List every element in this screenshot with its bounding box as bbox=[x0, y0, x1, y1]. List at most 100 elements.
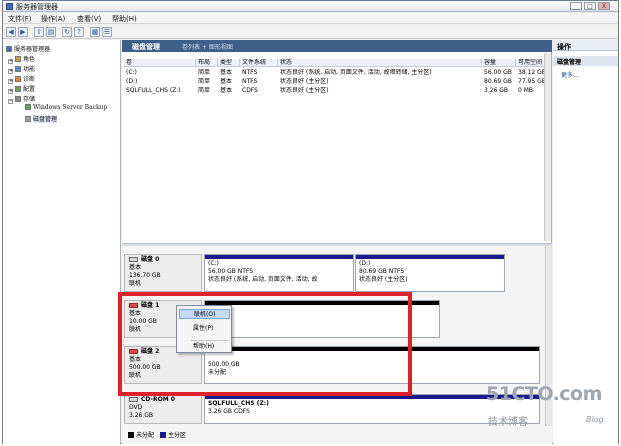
tree-item-roles[interactable]: + 角色 bbox=[8, 54, 35, 64]
tree-item-windows-server-backup[interactable]: Windows Server Backup bbox=[25, 104, 107, 111]
server-icon bbox=[6, 46, 12, 52]
tree-item-disk-management[interactable]: 磁盘管理 bbox=[25, 114, 58, 123]
roles-icon bbox=[15, 56, 21, 62]
collapse-icon[interactable]: − bbox=[8, 99, 13, 104]
column-header-filesystem[interactable]: 文件系统 bbox=[240, 59, 278, 67]
unallocated-swatch bbox=[128, 432, 134, 438]
refresh-icon[interactable]: ↻ bbox=[62, 27, 72, 37]
partition-size: 3.26 GB CDFS bbox=[208, 408, 250, 415]
volume-filesystem: CDFS bbox=[242, 87, 258, 94]
pane-subtitle: 卷列表 + 图形视图 bbox=[182, 44, 233, 51]
disk-kind: 基本 bbox=[129, 264, 142, 271]
disk-icon bbox=[129, 257, 138, 262]
cdrom-0-info[interactable]: CD-ROM 0 DVD 3.26 GB bbox=[124, 394, 202, 424]
column-header-status[interactable]: 状态 bbox=[278, 59, 482, 67]
partition-label: (C:) bbox=[208, 260, 219, 267]
partition-status: 状态良好 (主分区) bbox=[359, 276, 408, 283]
tree-item-features[interactable]: + 功能 bbox=[8, 64, 35, 74]
volume-capacity: 56.00 GB bbox=[484, 69, 512, 76]
forward-icon[interactable]: ▶ bbox=[18, 27, 28, 37]
volume-filesystem: NTFS bbox=[242, 69, 258, 76]
column-header-volume[interactable]: 卷 bbox=[124, 59, 196, 67]
close-button[interactable]: X bbox=[598, 2, 610, 10]
menu-help[interactable]: 帮助(H) bbox=[112, 14, 137, 24]
menu-action[interactable]: 操作(A) bbox=[41, 14, 65, 24]
disk-name: CD-ROM 0 bbox=[141, 396, 175, 403]
navigation-tree: 服务器管理器 + 角色 + 功能 + 诊断 + 配置 − 存储 Windows Serve… bbox=[3, 40, 121, 444]
volume-status: 状态良好 (系统, 启动, 页面文件, 活动, 故障转储, 主分区) bbox=[280, 69, 432, 76]
tree-item-configuration[interactable]: + 配置 bbox=[8, 84, 35, 94]
cdrom-icon bbox=[129, 397, 138, 402]
volume-status: 状态良好 (主分区) bbox=[280, 78, 329, 85]
backup-icon bbox=[25, 104, 31, 110]
volume-capacity: 3.26 GB bbox=[484, 87, 509, 94]
volume-list-scrollbar[interactable] bbox=[544, 53, 551, 241]
title-bar[interactable]: 服务器管理器 _ □ X bbox=[3, 1, 618, 12]
menu-view[interactable]: 查看(V) bbox=[77, 14, 101, 24]
back-icon[interactable]: ◀ bbox=[6, 27, 16, 37]
minimize-button[interactable]: _ bbox=[570, 2, 582, 10]
volume-type: 基本 bbox=[220, 69, 233, 76]
primary-partition-stripe bbox=[356, 255, 504, 259]
window-title: 服务器管理器 bbox=[16, 3, 58, 11]
column-header-capacity[interactable]: 容量 bbox=[482, 59, 516, 67]
primary-partition-stripe bbox=[205, 255, 353, 259]
partition-label: (D:) bbox=[359, 260, 371, 267]
disk-state: 联机 bbox=[129, 280, 142, 287]
volume-type: 基本 bbox=[220, 78, 233, 85]
disk-name: 磁盘 0 bbox=[141, 256, 160, 263]
column-header-layout[interactable]: 布局 bbox=[196, 59, 218, 67]
tree-item-diagnostics[interactable]: + 诊断 bbox=[8, 74, 35, 84]
volume-name[interactable]: (C:) bbox=[124, 69, 196, 77]
volume-capacity: 80.69 GB bbox=[484, 78, 512, 85]
volume-type: 基本 bbox=[220, 87, 233, 94]
actions-section-disk-management[interactable]: 磁盘管理 bbox=[553, 56, 618, 66]
watermark: 51CTO.com 技术博客 Blog bbox=[486, 383, 616, 438]
disk-size: 136.70 GB bbox=[129, 272, 161, 279]
highlight-frame bbox=[118, 292, 412, 396]
features-icon bbox=[15, 66, 21, 72]
more-actions-link[interactable]: 更多... bbox=[561, 70, 579, 79]
volume-status: 状态良好 (主分区) bbox=[280, 87, 329, 94]
disk-0-info[interactable]: 磁盘 0 基本 136.70 GB 联机 bbox=[124, 254, 202, 292]
volume-layout: 简单 bbox=[198, 69, 211, 76]
partition-d[interactable]: (D:) 80.69 GB NTFS 状态良好 (主分区) bbox=[355, 254, 505, 292]
server-manager-icon bbox=[6, 3, 13, 10]
menu-file[interactable]: 文件(F) bbox=[8, 14, 32, 24]
disk-management-icon bbox=[25, 116, 31, 122]
actions-header: 操作 bbox=[553, 40, 618, 51]
volume-filesystem: NTFS bbox=[242, 78, 258, 85]
tree-item-storage[interactable]: − 存储 bbox=[8, 94, 35, 104]
legend-unallocated: 未分配 bbox=[136, 432, 155, 439]
volume-layout: 简单 bbox=[198, 78, 211, 85]
show-hide-tree-icon[interactable]: ▤ bbox=[46, 27, 56, 37]
watermark-blog: Blog bbox=[586, 415, 604, 424]
column-header-type[interactable]: 类型 bbox=[218, 59, 240, 67]
help-icon[interactable]: ? bbox=[74, 27, 84, 37]
tree-root[interactable]: 服务器管理器 bbox=[6, 44, 50, 53]
partition-c[interactable]: (C:) 56.00 GB NTFS 状态良好 (系统, 启动, 页面文件, 活… bbox=[204, 254, 354, 292]
watermark-tagline: 技术博客 bbox=[488, 417, 528, 428]
disk-kind: DVD bbox=[129, 404, 143, 411]
export-icon[interactable]: ▦ bbox=[90, 27, 100, 37]
partition-label: SQLFULL_CHS (Z:) bbox=[208, 400, 269, 407]
menu-bar: 文件(F) 操作(A) 查看(V) 帮助(H) bbox=[3, 13, 618, 24]
up-icon[interactable]: ⇧ bbox=[34, 27, 44, 37]
volume-name[interactable]: (D:) bbox=[124, 78, 196, 86]
diagnostics-icon bbox=[15, 76, 21, 82]
configuration-icon bbox=[15, 86, 21, 92]
properties-icon[interactable]: ☰ bbox=[102, 27, 112, 37]
storage-icon bbox=[15, 96, 21, 102]
pane-header: 磁盘管理 卷列表 + 图形视图 bbox=[122, 40, 552, 52]
partition-status: 状态良好 (系统, 启动, 页面文件, 活动, 故 bbox=[208, 276, 318, 283]
toolbar: ◀ ▶ ⇧ ▤ ↻ ? ▦ ☰ bbox=[3, 25, 618, 39]
volume-layout: 简单 bbox=[198, 87, 211, 94]
partition-size: 56.00 GB NTFS bbox=[208, 268, 254, 275]
maximize-button[interactable]: □ bbox=[584, 2, 596, 10]
volume-name[interactable]: SQLFULL_CHS (Z:) bbox=[124, 87, 196, 95]
pane-title: 磁盘管理 bbox=[132, 43, 160, 51]
watermark-site: 51CTO.com bbox=[486, 383, 602, 405]
legend-primary: 主分区 bbox=[167, 432, 186, 439]
disk-legend: 未分配 主分区 bbox=[124, 431, 186, 441]
disk-size: 3.26 GB bbox=[129, 412, 154, 419]
